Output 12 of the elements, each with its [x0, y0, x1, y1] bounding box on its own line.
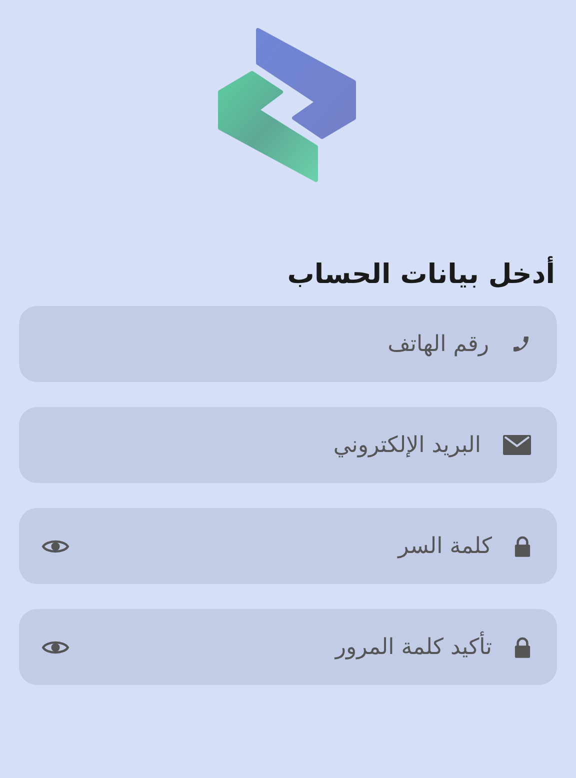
envelope-icon: [503, 435, 531, 456]
placeholder-text: رقم الهاتف: [388, 332, 489, 357]
input-field[interactable]: البريد الإلكتروني: [19, 407, 557, 484]
phone-icon: [511, 334, 531, 354]
lock-icon: [514, 536, 531, 557]
heading: أدخل بيانات الحساب: [19, 257, 555, 292]
placeholder-text: البريد الإلكتروني: [333, 432, 481, 458]
placeholder-text: كلمة السر: [398, 534, 492, 559]
input-field[interactable]: رقم الهاتف: [19, 306, 557, 382]
input-field[interactable]: تأكيد كلمة المرور: [19, 609, 557, 686]
lock-icon: [514, 636, 531, 658]
input-field[interactable]: كلمة السر: [19, 508, 557, 584]
